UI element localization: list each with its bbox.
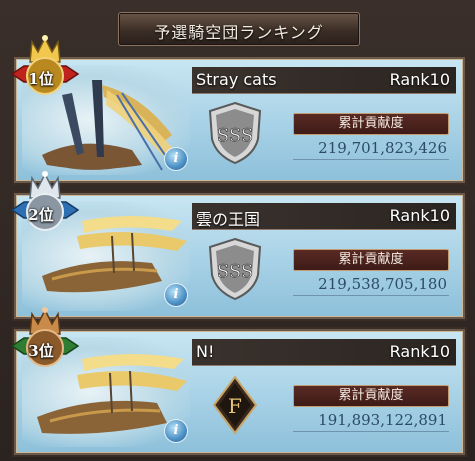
grade-diamond-icon: F — [206, 373, 264, 437]
ranking-card-2[interactable]: i 雲の王国 Rank10 SSS 累計貢献度 219,538,705,180 — [14, 193, 465, 319]
position-label: 2位 — [28, 206, 54, 224]
ranking-panel: 予選騎空団ランキング i Stray cats Rank10 SSS 累計貢献度… — [0, 0, 475, 461]
position-label: 3位 — [28, 342, 54, 360]
contribution-value: 191,893,122,891 — [318, 411, 447, 429]
divider — [293, 295, 449, 296]
ranking-card-1[interactable]: i Stray cats Rank10 SSS 累計貢献度 219,701,82… — [14, 57, 465, 183]
contribution-value: 219,701,823,426 — [318, 139, 447, 157]
info-icon[interactable]: i — [164, 283, 188, 307]
info-icon[interactable]: i — [164, 419, 188, 443]
rank-badge-2: 2位 — [10, 168, 80, 240]
position-label: 1位 — [28, 70, 54, 88]
ranking-card-3[interactable]: i N! Rank10 F 累計貢献度 191,893,122,891 — [14, 329, 465, 455]
team-name-bar: N! Rank10 — [192, 339, 456, 366]
team-rank: Rank10 — [389, 342, 450, 361]
ranking-title-bar: 予選騎空団ランキング — [118, 12, 360, 46]
team-rank: Rank10 — [389, 70, 450, 89]
team-name: N! — [196, 342, 215, 361]
grade-shield-icon: SSS — [206, 237, 264, 301]
contribution-label: 累計貢献度 — [293, 113, 449, 135]
page-title: 予選騎空団ランキング — [154, 23, 324, 42]
divider — [293, 159, 449, 160]
contribution-label: 累計貢献度 — [293, 249, 449, 271]
contribution-value: 219,538,705,180 — [318, 275, 447, 293]
grade-shield-icon: SSS — [206, 101, 264, 165]
grade-text: F — [228, 394, 242, 418]
rank-badge-3: 3位 — [10, 304, 80, 376]
team-rank: Rank10 — [389, 206, 450, 225]
grade-text: SSS — [217, 261, 253, 282]
team-name-bar: 雲の王国 Rank10 — [192, 203, 456, 230]
contribution-label: 累計貢献度 — [293, 385, 449, 407]
rank-badge-1: 1位 — [10, 32, 80, 104]
team-name: 雲の王国 — [196, 210, 261, 229]
team-name-bar: Stray cats Rank10 — [192, 67, 456, 94]
grade-text: SSS — [217, 125, 253, 146]
divider — [293, 431, 449, 432]
team-name: Stray cats — [196, 70, 277, 89]
info-icon[interactable]: i — [164, 147, 188, 171]
